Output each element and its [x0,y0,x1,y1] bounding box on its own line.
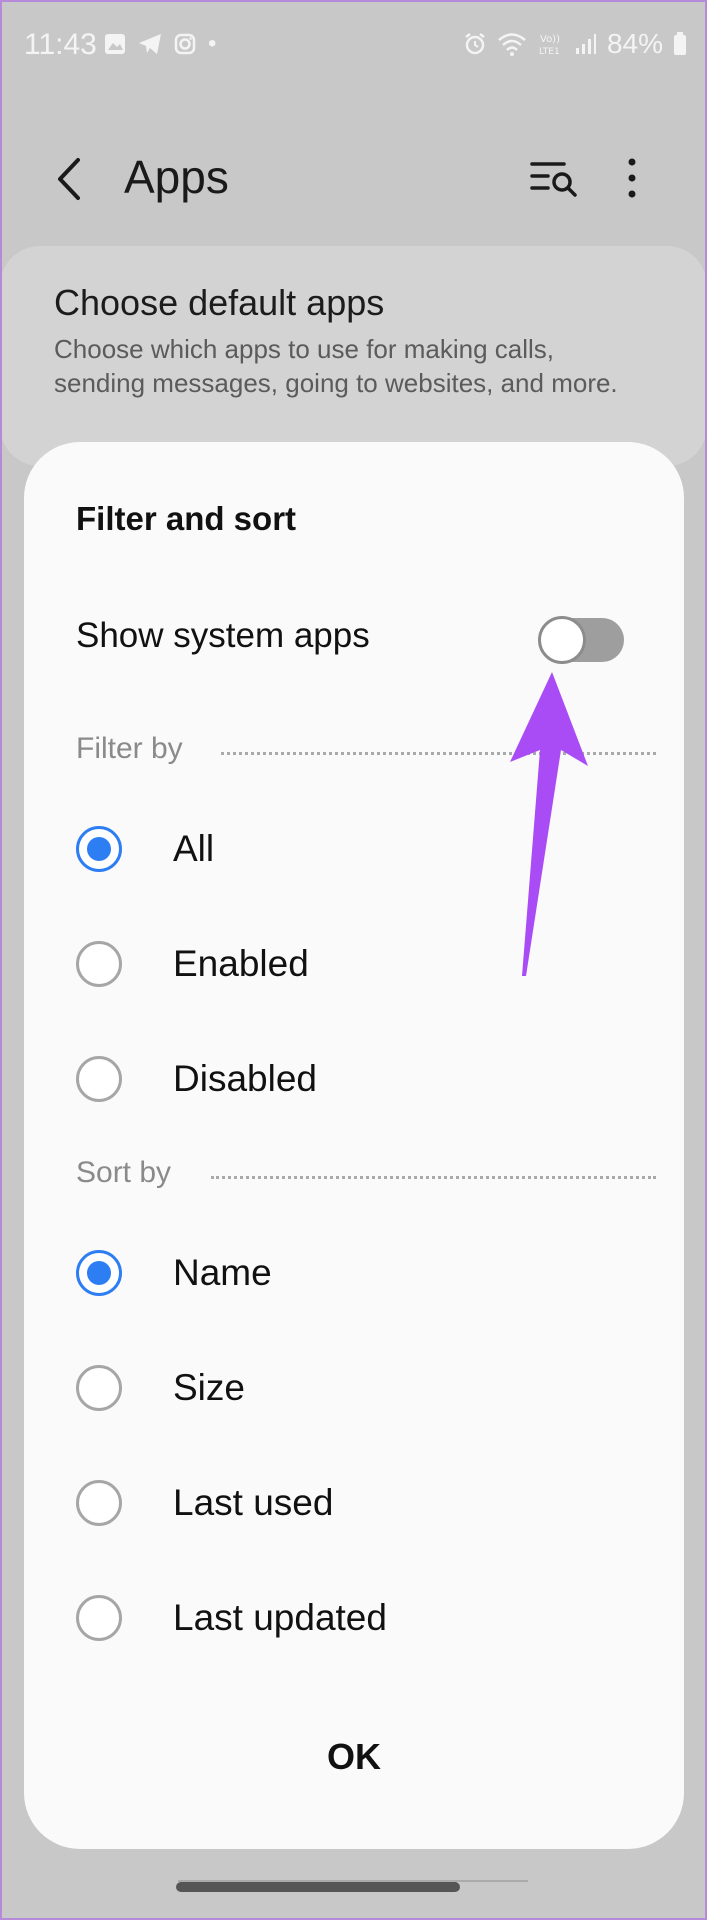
sort-by-header: Sort by [76,1156,656,1196]
wifi-icon [498,33,526,56]
filter-option-disabled[interactable]: Disabled [24,1030,684,1130]
status-right-icons: Vo)) LTE1 84% [463,28,687,60]
sort-option-last-used[interactable]: Last used [24,1454,684,1554]
dialog-title: Filter and sort [76,500,297,537]
more-options-button[interactable] [620,154,644,202]
radio-label: Enabled [173,943,309,984]
radio-label: Size [173,1367,245,1408]
back-button[interactable] [50,152,90,206]
telegram-icon [139,34,161,54]
radio-button[interactable] [76,941,122,987]
sort-by-label: Sort by [76,1156,172,1189]
status-left-icons: • [104,32,216,56]
default-apps-description: Choose which apps to use for making call… [54,334,618,398]
filter-by-label: Filter by [76,732,183,765]
svg-text:Vo)): Vo)) [540,34,560,45]
radio-label: Last updated [173,1597,387,1638]
status-bar: 11:43 • Vo)) LTE1 84% [0,0,707,92]
ok-button[interactable]: OK [254,1722,454,1792]
radio-button[interactable] [76,1250,122,1296]
radio-label: All [173,828,215,869]
section-divider [211,1176,656,1179]
signal-icon [575,34,596,54]
radio-button[interactable] [76,1595,122,1641]
annotation-arrow-icon [510,672,588,976]
toggle-knob [538,616,586,664]
more-vertical-icon [628,158,636,198]
status-time: 11:43 [24,28,97,61]
sort-option-last-updated[interactable]: Last updated [24,1569,684,1669]
show-system-apps-row[interactable]: Show system apps [24,592,684,682]
section-divider [221,752,656,755]
battery-text: 84% [606,28,663,59]
home-indicator[interactable] [176,1882,460,1892]
radio-button[interactable] [76,1480,122,1526]
alarm-icon [465,33,485,55]
sort-option-name[interactable]: Name [24,1224,684,1324]
default-apps-card[interactable]: Choose default apps Choose which apps to… [0,246,707,466]
sort-option-size[interactable]: Size [24,1339,684,1439]
app-bar: Apps [0,140,707,220]
radio-label: Name [173,1252,272,1293]
instagram-icon [174,33,196,55]
show-system-apps-toggle[interactable] [538,616,624,664]
svg-text:LTE1: LTE1 [539,47,560,57]
filter-search-button[interactable] [530,154,578,202]
filter-search-icon [530,162,577,197]
volte-icon: Vo)) LTE1 [539,34,560,57]
radio-label: Disabled [173,1058,317,1099]
filter-sort-dialog: Filter and sort Show system apps Filter … [24,442,684,1849]
page-title: Apps [124,151,229,203]
radio-button[interactable] [76,1056,122,1102]
radio-label: Last used [173,1482,334,1523]
radio-button[interactable] [76,1365,122,1411]
radio-button[interactable] [76,826,122,872]
battery-icon [674,32,686,55]
default-apps-title: Choose default apps [54,282,385,323]
dot-icon: • [208,30,217,57]
show-system-apps-label: Show system apps [76,616,370,655]
gallery-icon [105,34,125,54]
back-arrow-icon [58,158,80,200]
